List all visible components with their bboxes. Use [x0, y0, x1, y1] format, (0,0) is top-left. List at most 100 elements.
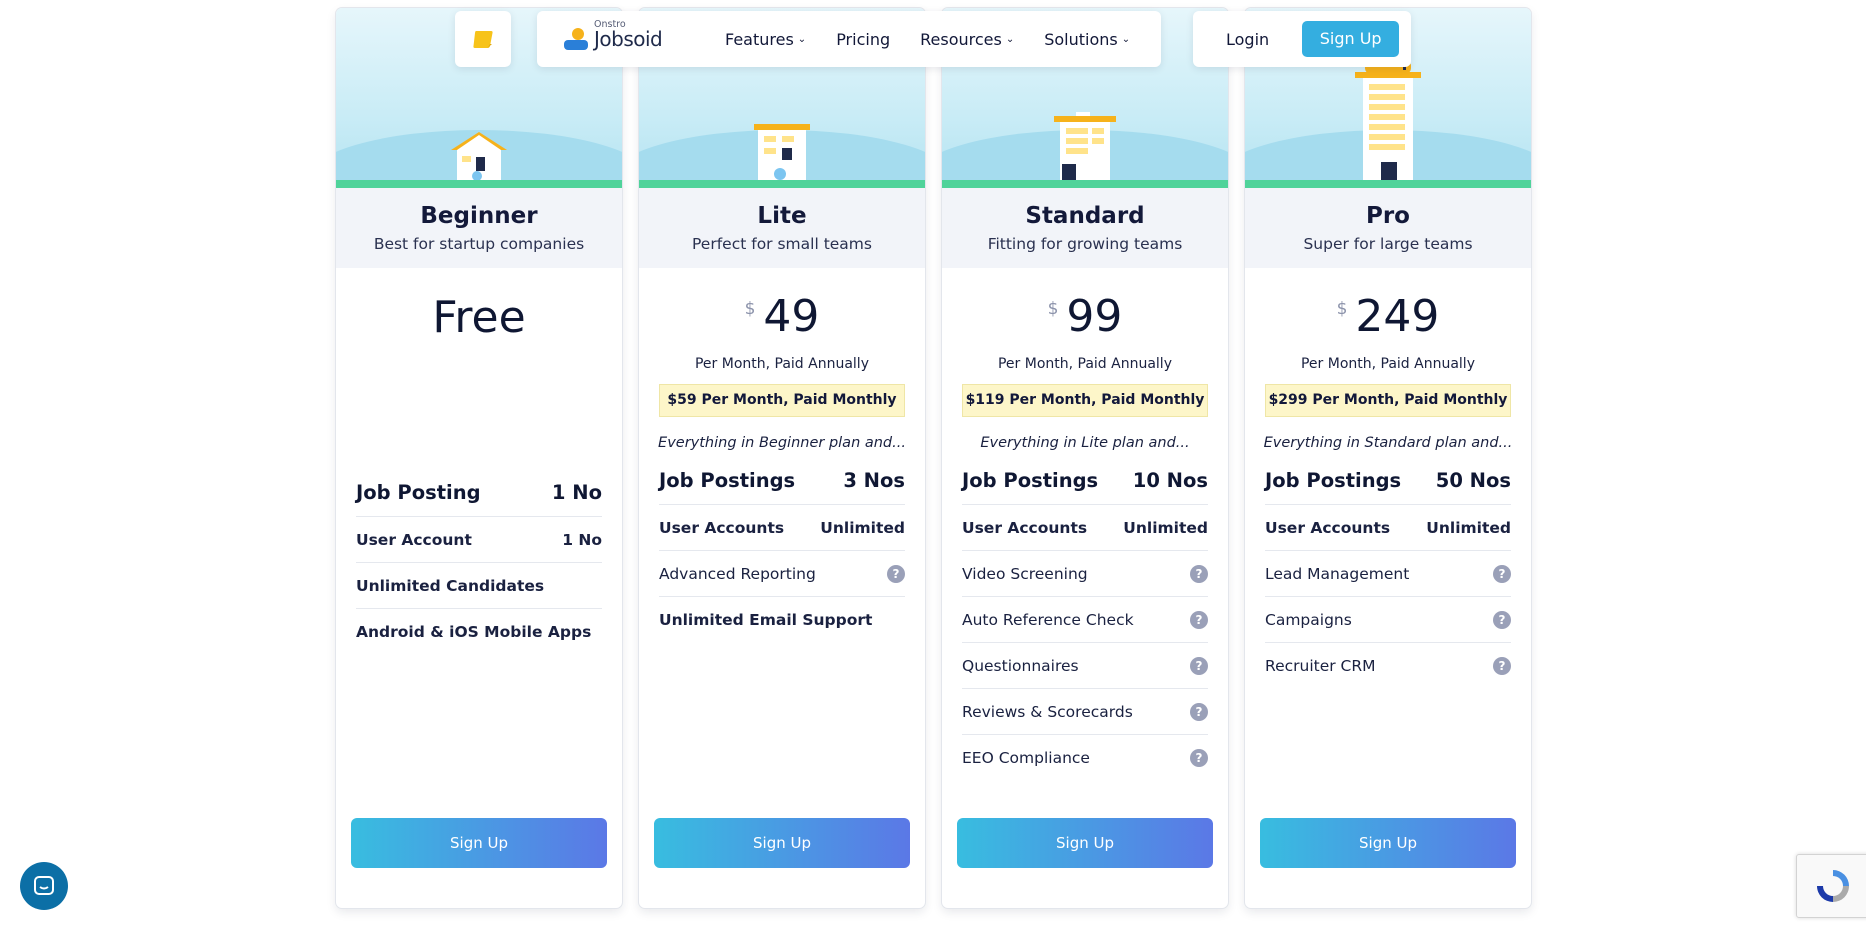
- plan-card-standard: Standard Fitting for growing teams $ 99 …: [942, 8, 1228, 908]
- feature-label: Job Postings: [962, 469, 1099, 492]
- chat-launcher-button[interactable]: [20, 862, 68, 910]
- login-link[interactable]: Login: [1226, 30, 1269, 49]
- feature-value: 3 Nos: [843, 469, 905, 492]
- feature-value: 1 No: [551, 481, 602, 504]
- plan-signup-button[interactable]: Sign Up: [351, 818, 607, 868]
- feature-row: Unlimited Email Support: [659, 597, 905, 643]
- feature-row: Auto Reference Check ?: [962, 597, 1208, 643]
- feature-row: Lead Management ?: [1265, 551, 1511, 597]
- main-navigation: Onstro Jobsoid Features ⌄ Pricing Resour…: [537, 11, 1161, 67]
- monthly-price-badge: $299 Per Month, Paid Monthly: [1265, 384, 1511, 417]
- nav-item-label: Pricing: [836, 29, 891, 49]
- plan-includes-note: Everything in Beginner plan and...: [658, 435, 906, 451]
- feature-main-row: Job Posting 1 No: [356, 469, 602, 517]
- feature-label: Advanced Reporting: [659, 564, 816, 583]
- feature-row: Unlimited Candidates: [356, 563, 602, 609]
- question-circle-icon[interactable]: ?: [1190, 749, 1208, 767]
- nav-item-pricing[interactable]: Pricing: [836, 30, 890, 49]
- question-circle-icon[interactable]: ?: [1493, 564, 1511, 583]
- feature-row: EEO Compliance ?: [962, 735, 1208, 781]
- feature-value: Unlimited: [820, 518, 905, 537]
- feature-label: Job Postings: [1265, 469, 1402, 492]
- question-circle-icon[interactable]: ?: [1190, 610, 1208, 629]
- monthly-price-badge: $59 Per Month, Paid Monthly: [659, 384, 905, 417]
- plan-signup-button[interactable]: Sign Up: [654, 818, 910, 868]
- feature-label: Unlimited Candidates: [356, 576, 545, 595]
- monthly-price-badge: $119 Per Month, Paid Monthly: [962, 384, 1208, 417]
- plan-price: 99: [1066, 291, 1123, 342]
- office-building-illustration: [1052, 112, 1118, 180]
- question-circle-icon[interactable]: ?: [887, 564, 905, 583]
- chat-bubble-icon: [34, 876, 54, 895]
- feature-label: User Accounts: [962, 518, 1088, 537]
- plan-price: 249: [1355, 291, 1440, 342]
- feature-row: Reviews & Scorecards ?: [962, 689, 1208, 735]
- chevron-down-icon: ⌄: [797, 33, 807, 45]
- nav-item-features[interactable]: Features ⌄: [725, 30, 806, 49]
- feature-main-row: Job Postings 10 Nos: [962, 457, 1208, 505]
- plan-signup-button[interactable]: Sign Up: [1260, 818, 1516, 868]
- feature-label: Unlimited Email Support: [659, 611, 873, 629]
- plan-includes-note: Everything in Standard plan and...: [1263, 435, 1513, 451]
- plan-subtitle: Super for large teams: [1303, 235, 1473, 253]
- feature-label: Job Postings: [659, 469, 796, 492]
- feature-row: Questionnaires ?: [962, 643, 1208, 689]
- brand-company: Onstro: [594, 19, 626, 30]
- brand-logo[interactable]: Onstro Jobsoid: [562, 19, 712, 52]
- plan-name: Lite: [757, 203, 807, 229]
- plan-name: Pro: [1365, 203, 1410, 229]
- feature-row: Video Screening ?: [962, 551, 1208, 597]
- plan-price: 49: [763, 291, 820, 342]
- currency-symbol: $: [1047, 299, 1059, 319]
- question-circle-icon[interactable]: ?: [1493, 657, 1511, 675]
- feature-label: Recruiter CRM: [1265, 657, 1376, 675]
- pricing-cards: Beginner Best for startup companies Free…: [336, 8, 1531, 908]
- jobsoid-logo-icon: [564, 28, 588, 50]
- plan-includes-note: Everything in Lite plan and...: [980, 435, 1190, 451]
- question-circle-icon[interactable]: ?: [1190, 702, 1208, 721]
- question-circle-icon[interactable]: ?: [1190, 656, 1208, 675]
- app-icon-button[interactable]: [455, 11, 511, 67]
- nav-item-solutions[interactable]: Solutions ⌄: [1044, 30, 1130, 49]
- nav-item-label: Features: [725, 29, 794, 49]
- feature-label: User Account: [356, 530, 472, 549]
- feature-row: User Accounts Unlimited: [1265, 505, 1511, 551]
- feature-label: EEO Compliance: [962, 749, 1090, 767]
- feature-label: Video Screening: [962, 564, 1088, 583]
- feature-value: 50 Nos: [1435, 469, 1511, 492]
- auth-navigation: Login Sign Up: [1193, 11, 1411, 67]
- feature-value: Unlimited: [1123, 518, 1208, 537]
- plan-subtitle: Best for startup companies: [373, 235, 585, 253]
- feature-label: Android & iOS Mobile Apps: [356, 623, 592, 641]
- feature-label: Campaigns: [1265, 610, 1352, 629]
- sticky-note-icon: [473, 31, 493, 48]
- feature-row: Android & iOS Mobile Apps: [356, 609, 602, 655]
- question-circle-icon[interactable]: ?: [1493, 610, 1511, 629]
- feature-row: Campaigns ?: [1265, 597, 1511, 643]
- nav-item-label: Solutions: [1044, 29, 1118, 49]
- plan-card-lite: Lite Perfect for small teams $ 49 Per Mo…: [639, 8, 925, 908]
- currency-symbol: $: [744, 299, 756, 319]
- house-illustration: [449, 132, 509, 180]
- question-circle-icon[interactable]: ?: [1190, 564, 1208, 583]
- price-period: Per Month, Paid Annually: [1300, 356, 1475, 372]
- feature-label: User Accounts: [1265, 518, 1391, 537]
- recaptcha-icon: [1817, 870, 1849, 902]
- feature-value: 10 Nos: [1132, 469, 1208, 492]
- nav-item-resources[interactable]: Resources ⌄: [920, 30, 1014, 49]
- plan-signup-button[interactable]: Sign Up: [957, 818, 1213, 868]
- plan-card-beginner: Beginner Best for startup companies Free…: [336, 8, 622, 908]
- feature-row: User Account 1 No: [356, 517, 602, 563]
- feature-label: Reviews & Scorecards: [962, 702, 1133, 721]
- plan-subtitle: Fitting for growing teams: [987, 235, 1183, 253]
- nav-item-label: Resources: [920, 29, 1002, 49]
- feature-value: Unlimited: [1426, 518, 1511, 537]
- feature-main-row: Job Postings 3 Nos: [659, 457, 905, 505]
- recaptcha-badge[interactable]: [1796, 854, 1866, 918]
- feature-row: Advanced Reporting ?: [659, 551, 905, 597]
- feature-row: User Accounts Unlimited: [659, 505, 905, 551]
- feature-value: 1 No: [562, 530, 602, 549]
- header-signup-button[interactable]: Sign Up: [1302, 21, 1400, 57]
- feature-label: Job Posting: [356, 481, 481, 504]
- currency-symbol: $: [1336, 299, 1348, 319]
